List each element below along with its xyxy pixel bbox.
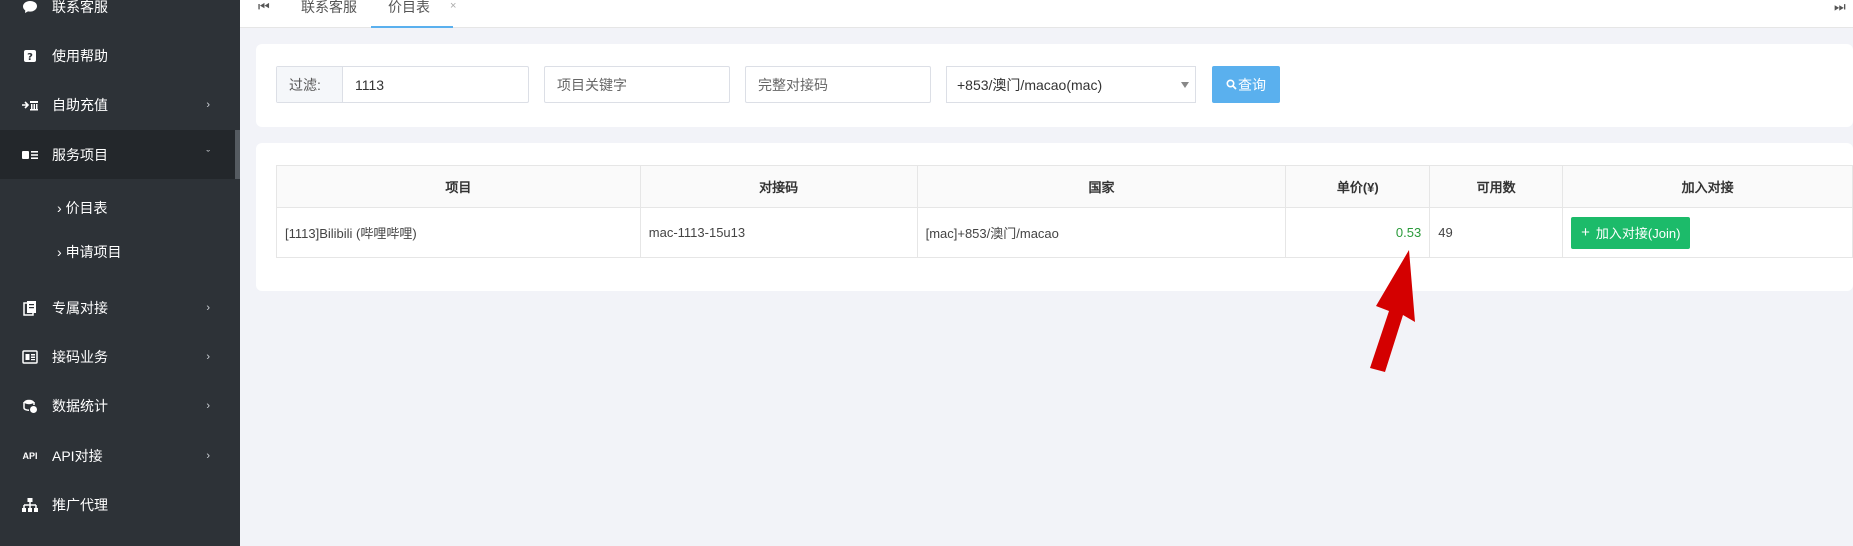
sidebar-item-customer-service[interactable]: 联系客服 — [0, 0, 240, 31]
close-icon[interactable]: × — [450, 0, 456, 12]
chevron-right-icon: › — [206, 399, 210, 412]
sidebar-item-promotion[interactable]: 推广代理 — [0, 480, 240, 529]
keyword-input-group — [544, 66, 730, 103]
scroll-tabs-left-icon[interactable]: ⏮ — [258, 0, 270, 28]
join-button-label: 加入对接(Join) — [1595, 226, 1681, 241]
tab-customer-service[interactable]: 联系客服 — [301, 0, 357, 28]
sidebar-item-label: 联系客服 — [52, 0, 108, 15]
tab-bar: ⏮ 联系客服 价目表 × ⏭ — [240, 0, 1853, 28]
chevron-right-icon: › — [206, 301, 210, 314]
keyword-input[interactable] — [545, 67, 729, 102]
filter-input-group: 过滤: — [276, 66, 529, 103]
scroll-tabs-right-icon[interactable]: ⏭ — [1834, 0, 1846, 28]
arrow-shape — [1370, 250, 1415, 372]
chevron-right-icon: › — [206, 449, 210, 462]
country-select-value: +853/澳门/macao(mac) — [957, 76, 1103, 93]
submenu-item-label: 价目表 — [65, 200, 108, 216]
join-button[interactable]: + 加入对接(Join) — [1571, 216, 1691, 249]
code-business-icon — [21, 348, 39, 366]
sidebar-item-label: 自助充值 — [52, 96, 108, 113]
chevron-right-icon: › — [206, 350, 210, 363]
sidebar-item-label: 接码业务 — [52, 348, 108, 365]
svg-text:?: ? — [27, 52, 33, 63]
sidebar-item-recharge[interactable]: 自助充值 › — [0, 80, 240, 129]
active-indicator — [235, 130, 240, 179]
cell-available: 49 — [1429, 207, 1564, 258]
sidebar-item-label: 数据统计 — [52, 397, 108, 414]
country-select[interactable]: +853/澳门/macao(mac) — [946, 66, 1196, 103]
full-code-input[interactable] — [746, 67, 930, 102]
recharge-icon — [21, 96, 39, 114]
table-header-row: 项目 对接码 国家 单价(¥) 可用数 加入对接 — [276, 165, 1853, 208]
sidebar-item-label: 专属对接 — [52, 299, 108, 316]
sidebar-item-exclusive[interactable]: 专属对接 › — [0, 283, 240, 332]
submenu-item-price-list[interactable]: › 价目表 — [0, 186, 240, 230]
sidebar-item-data-stats[interactable]: 数据统计 › — [0, 381, 240, 430]
chevron-down-icon: ˇ — [206, 148, 210, 161]
search-icon — [1226, 79, 1237, 90]
cell-action: + 加入对接(Join) — [1562, 207, 1853, 258]
cell-code: mac-1113-15u13 — [639, 207, 918, 258]
sidebar: 联系客服 ? 使用帮助 自助充值 › 服务项目 ˇ › 价目表 › 申请项目 专… — [0, 0, 240, 546]
price-table: 项目 对接码 国家 单价(¥) 可用数 加入对接 [1113]Bilibili … — [276, 165, 1853, 258]
annotation-arrow-icon — [1370, 250, 1415, 372]
query-button-label: 查询 — [1238, 76, 1266, 93]
tab-label: 价目表 — [388, 0, 430, 15]
column-header: 单价(¥) — [1285, 165, 1431, 208]
column-header: 可用数 — [1429, 165, 1564, 208]
caret-down-icon — [1181, 82, 1189, 88]
sidebar-item-help[interactable]: ? 使用帮助 — [0, 31, 240, 80]
exclusive-docs-icon — [21, 299, 39, 317]
submenu-item-label: 申请项目 — [65, 244, 122, 260]
sidebar-item-code-business[interactable]: 接码业务 › — [0, 332, 240, 381]
sidebar-item-label: 使用帮助 — [52, 47, 108, 64]
help-icon: ? — [21, 47, 39, 65]
column-header: 加入对接 — [1562, 165, 1853, 208]
code-input-group — [745, 66, 931, 103]
chevron-right-icon: › — [57, 200, 66, 216]
chat-bubble-icon — [21, 0, 39, 16]
filter-panel: 过滤: +853/澳门/macao(mac) 查询 — [256, 44, 1853, 127]
filter-label: 过滤: — [277, 67, 343, 102]
org-tree-icon — [21, 496, 39, 514]
chevron-right-icon: › — [206, 98, 210, 111]
column-header: 国家 — [916, 165, 1287, 208]
price-table-panel: 项目 对接码 国家 单价(¥) 可用数 加入对接 [1113]Bilibili … — [256, 143, 1853, 291]
tab-label: 联系客服 — [301, 0, 357, 15]
sidebar-item-api[interactable]: API API对接 › — [0, 431, 240, 480]
plus-icon: + — [1581, 224, 1590, 241]
data-stats-icon — [21, 397, 39, 415]
cell-project: [1113]Bilibili (哔哩哔哩) — [276, 207, 641, 258]
tab-price-list[interactable]: 价目表 — [371, 0, 453, 28]
sidebar-item-label: API对接 — [52, 447, 103, 464]
service-list-icon — [21, 146, 39, 164]
table-row: [1113]Bilibili (哔哩哔哩) mac-1113-15u13 [ma… — [276, 207, 1853, 258]
column-header: 对接码 — [639, 165, 918, 208]
submenu-item-apply-project[interactable]: › 申请项目 — [0, 230, 240, 274]
sidebar-item-label: 服务项目 — [52, 146, 108, 163]
api-icon: API — [22, 450, 38, 461]
query-button[interactable]: 查询 — [1212, 66, 1280, 103]
cell-country: [mac]+853/澳门/macao — [916, 207, 1287, 258]
sidebar-item-services[interactable]: 服务项目 ˇ — [0, 130, 240, 179]
chevron-right-icon: › — [57, 244, 66, 260]
filter-input[interactable] — [343, 67, 528, 102]
column-header: 项目 — [276, 165, 641, 208]
sidebar-item-label: 推广代理 — [52, 496, 108, 513]
